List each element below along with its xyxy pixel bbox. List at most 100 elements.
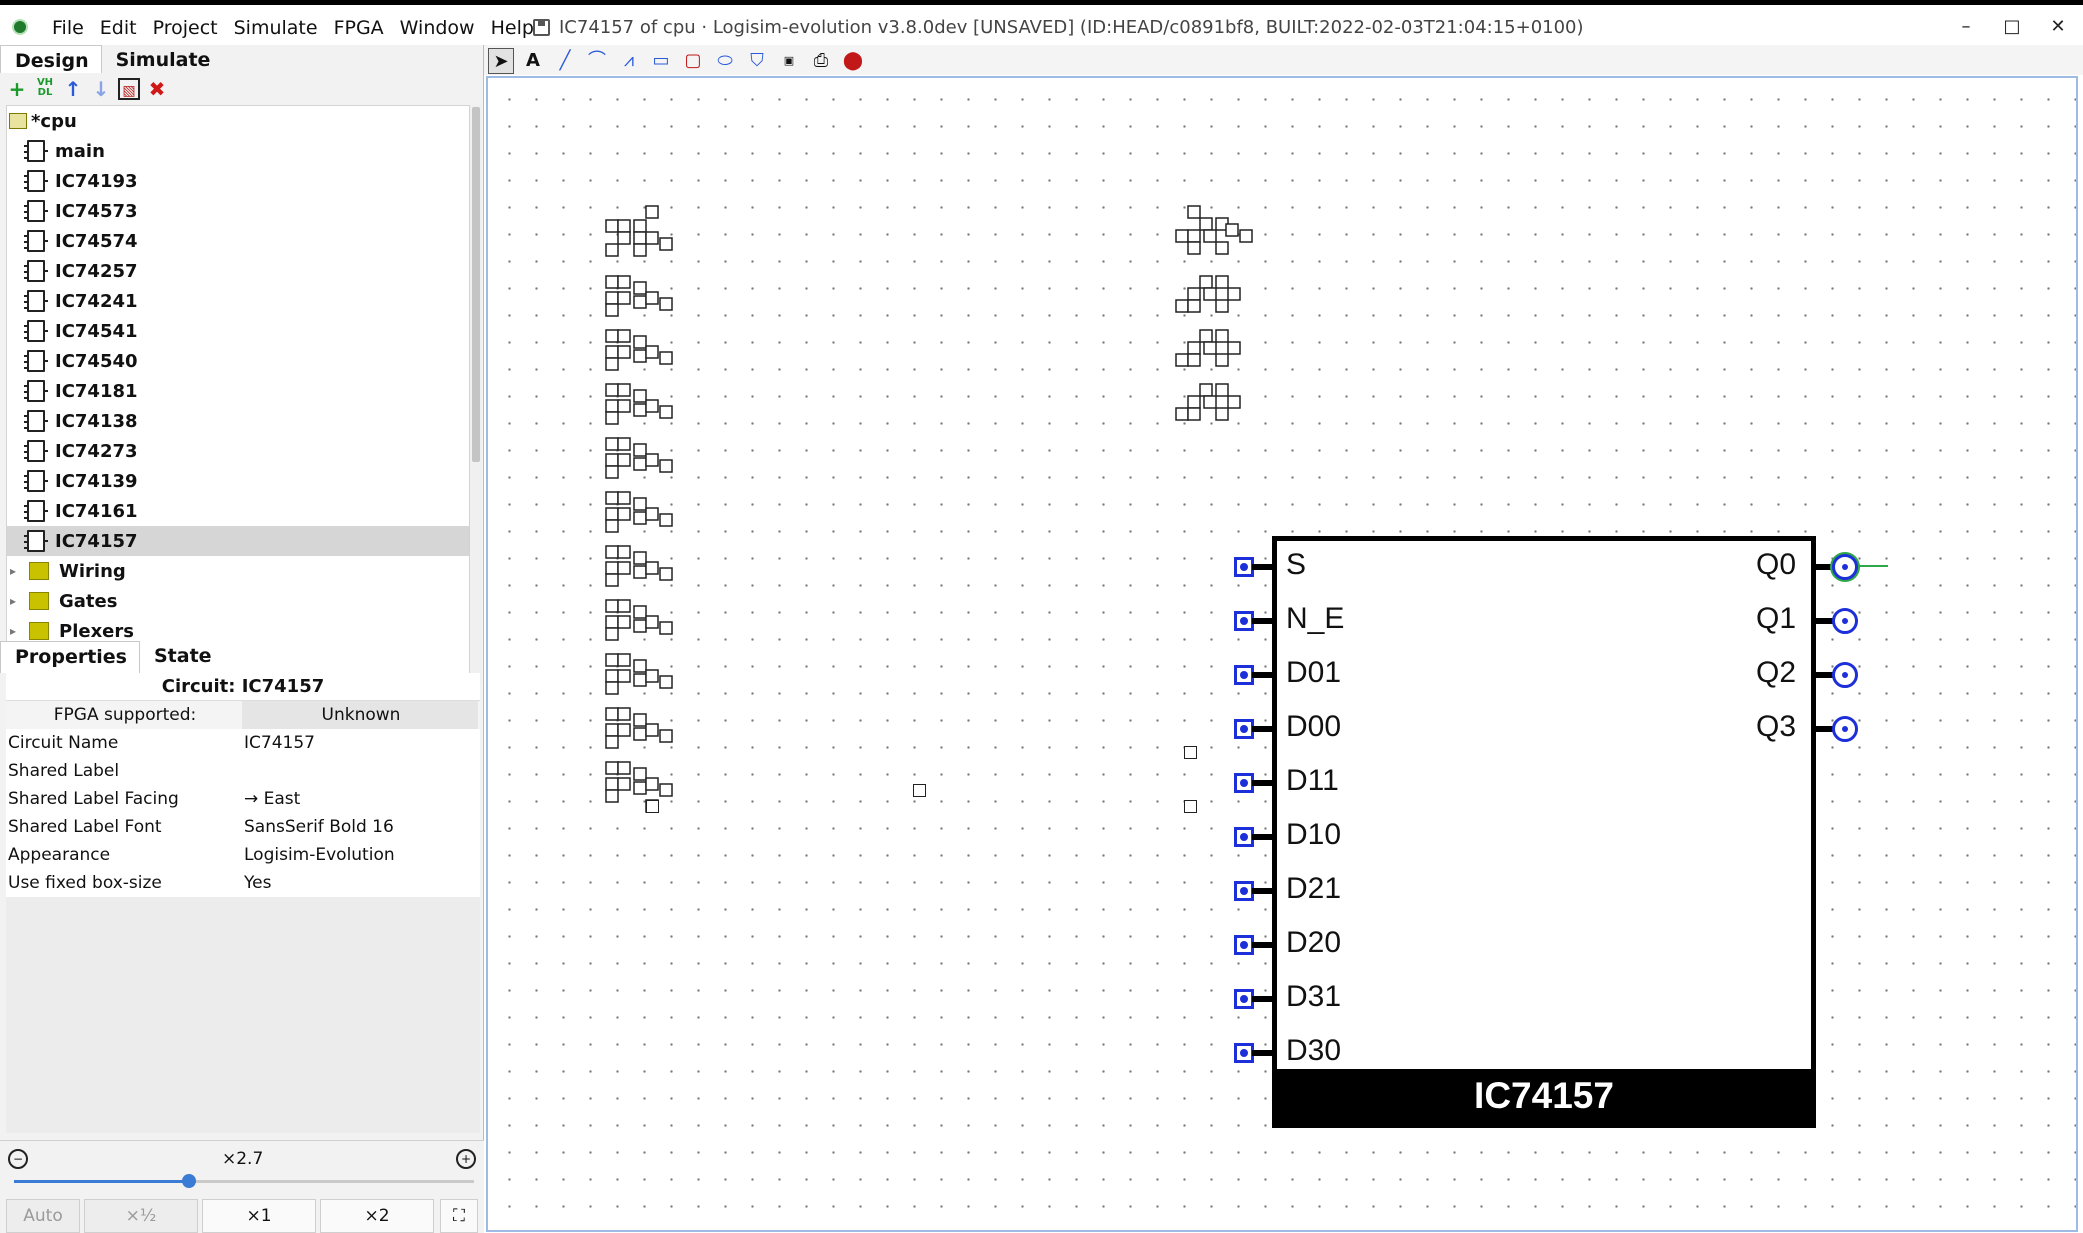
pin-cluster[interactable] <box>604 706 676 751</box>
tree-item-ic74273[interactable]: IC74273 <box>7 436 469 466</box>
pin-cluster[interactable] <box>604 598 676 643</box>
rounded-rect-tool-icon[interactable]: ▢ <box>680 48 706 74</box>
tree-item-ic74541[interactable]: IC74541 <box>7 316 469 346</box>
line-tool-icon[interactable]: ╱ <box>552 48 578 74</box>
led-tool-icon[interactable]: ⬤ <box>840 48 866 74</box>
tree-item-ic74138[interactable]: IC74138 <box>7 406 469 436</box>
input-pin-d20[interactable] <box>1234 935 1254 955</box>
zoom-2x-button[interactable]: ×2 <box>320 1199 434 1233</box>
pin-stub[interactable] <box>646 800 659 813</box>
pin-cluster[interactable] <box>604 652 676 697</box>
fit-screen-button[interactable]: ⛶ <box>440 1199 478 1233</box>
menu-window[interactable]: Window <box>392 13 483 43</box>
add-vhdl-icon[interactable]: VH DL <box>34 78 56 100</box>
pin-cluster[interactable] <box>1174 328 1254 373</box>
property-value[interactable]: SansSerif Bold 16 <box>242 813 478 841</box>
pin-stub[interactable] <box>1184 800 1197 813</box>
tree-item-ic74540[interactable]: IC74540 <box>7 346 469 376</box>
input-pin-d31[interactable] <box>1234 989 1254 1009</box>
tree-project-root[interactable]: *cpu <box>7 106 469 136</box>
pin-cluster[interactable] <box>1174 382 1254 427</box>
input-pin-n_e[interactable] <box>1234 611 1254 631</box>
property-value[interactable]: Yes <box>242 869 478 897</box>
property-value[interactable] <box>242 757 478 785</box>
pin-cluster[interactable] <box>604 204 676 259</box>
output-wire[interactable] <box>1854 565 1888 567</box>
select-tool-icon[interactable]: ➤ <box>488 48 514 74</box>
property-value[interactable]: IC74157 <box>242 729 478 757</box>
tree-item-ic74193[interactable]: IC74193 <box>7 166 469 196</box>
tree-item-ic74573[interactable]: IC74573 <box>7 196 469 226</box>
edit-appearance-icon[interactable]: ▧ <box>118 78 140 100</box>
input-pin-d00[interactable] <box>1234 719 1254 739</box>
tab-simulate[interactable]: Simulate <box>102 45 223 73</box>
pin-cluster[interactable] <box>604 544 676 589</box>
port-tool-icon[interactable]: ⎙ <box>808 48 834 74</box>
pin-cluster[interactable] <box>1174 274 1254 319</box>
pin-cluster[interactable] <box>604 382 676 427</box>
property-value[interactable]: Logisim-Evolution <box>242 841 478 869</box>
zoom-1x-button[interactable]: ×1 <box>202 1199 316 1233</box>
input-pin-d30[interactable] <box>1234 1043 1254 1063</box>
zoom-half-button[interactable]: ×½ <box>84 1199 198 1233</box>
menu-edit[interactable]: Edit <box>92 13 145 43</box>
tab-properties[interactable]: Properties <box>0 641 140 673</box>
oval-tool-icon[interactable]: ⬭ <box>712 48 738 74</box>
move-up-icon[interactable]: ↑ <box>62 78 84 100</box>
tree-item-ic74241[interactable]: IC74241 <box>7 286 469 316</box>
zoom-in-icon[interactable]: + <box>456 1149 476 1169</box>
pin-tool-icon[interactable]: ▣ <box>776 48 802 74</box>
tab-state[interactable]: State <box>140 641 224 673</box>
tree-scroll-thumb[interactable] <box>472 107 480 462</box>
polygon-tool-icon[interactable]: ⛉ <box>744 48 770 74</box>
pin-cluster[interactable] <box>1174 204 1264 259</box>
tree-item-ic74139[interactable]: IC74139 <box>7 466 469 496</box>
menu-file[interactable]: File <box>44 13 92 43</box>
pin-cluster[interactable] <box>604 274 676 319</box>
pin-cluster[interactable] <box>604 760 676 815</box>
menu-simulate[interactable]: Simulate <box>226 13 326 43</box>
ic74157-chip[interactable]: IC74157 <box>1272 536 1816 1128</box>
tree-item-ic74574[interactable]: IC74574 <box>7 226 469 256</box>
menu-project[interactable]: Project <box>145 13 226 43</box>
pin-stub[interactable] <box>913 784 926 797</box>
output-pin-q2[interactable] <box>1832 662 1858 688</box>
minimize-button[interactable]: – <box>1951 13 1981 41</box>
input-pin-d21[interactable] <box>1234 881 1254 901</box>
close-button[interactable]: ✕ <box>2043 13 2073 41</box>
input-pin-d01[interactable] <box>1234 665 1254 685</box>
maximize-button[interactable]: □ <box>1997 13 2027 41</box>
property-value[interactable]: → East <box>242 785 478 813</box>
expand-arrow-icon[interactable]: ▸ <box>7 564 19 578</box>
pin-cluster[interactable] <box>604 436 676 481</box>
input-pin-s[interactable] <box>1234 557 1254 577</box>
text-tool-icon[interactable]: A <box>520 48 546 74</box>
pin-stub[interactable] <box>1184 746 1197 759</box>
expand-arrow-icon[interactable]: ▸ <box>7 594 19 608</box>
tree-item-main[interactable]: main <box>7 136 469 166</box>
tree-lib-gates[interactable]: ▸ Gates <box>7 586 469 616</box>
rect-tool-icon[interactable]: ▭ <box>648 48 674 74</box>
curve-tool-icon[interactable]: ⌒ <box>584 48 610 74</box>
move-down-icon[interactable]: ↓ <box>90 78 112 100</box>
tree-item-ic74181[interactable]: IC74181 <box>7 376 469 406</box>
tree-item-ic74257[interactable]: IC74257 <box>7 256 469 286</box>
menu-fpga[interactable]: FPGA <box>326 13 392 43</box>
output-pin-q0[interactable] <box>1832 554 1858 580</box>
zoom-slider[interactable] <box>14 1174 474 1188</box>
add-circuit-icon[interactable]: + <box>6 78 28 100</box>
circuit-canvas[interactable]: IC74157 S N_E D01 D00 D11 D10 D21 D20 D31 D30 Q0 Q1… <box>486 76 2078 1232</box>
zoom-out-icon[interactable]: − <box>8 1149 28 1169</box>
zoom-auto-button[interactable]: Auto <box>6 1199 80 1233</box>
input-pin-d10[interactable] <box>1234 827 1254 847</box>
output-pin-q3[interactable] <box>1832 716 1858 742</box>
tab-design[interactable]: Design <box>0 45 102 73</box>
input-pin-d11[interactable] <box>1234 773 1254 793</box>
zoom-slider-knob[interactable] <box>182 1174 196 1188</box>
tree-item-ic74161[interactable]: IC74161 <box>7 496 469 526</box>
polyline-tool-icon[interactable]: ⩘ <box>616 48 642 74</box>
tree-lib-wiring[interactable]: ▸ Wiring <box>7 556 469 586</box>
pin-cluster[interactable] <box>604 328 676 373</box>
expand-arrow-icon[interactable]: ▸ <box>7 624 19 638</box>
tree-item-ic74157[interactable]: IC74157 <box>7 526 469 556</box>
